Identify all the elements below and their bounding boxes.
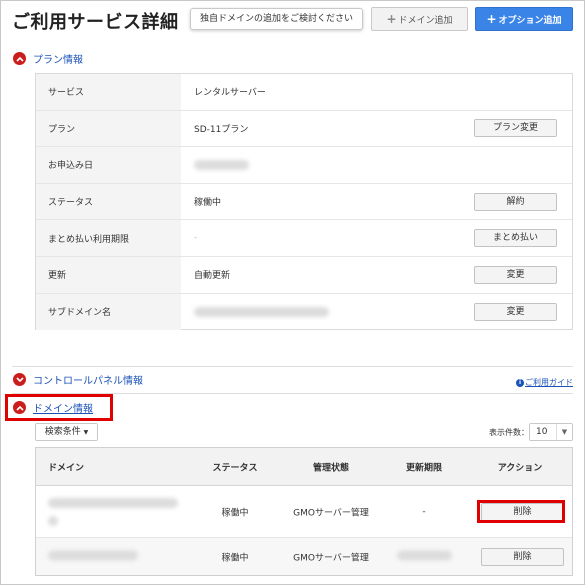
bulk-payment-button[interactable]: まとめ払い xyxy=(474,229,557,248)
display-count-select[interactable]: 10 ▼ xyxy=(529,423,573,441)
subdomain-change-button[interactable]: 変更 xyxy=(474,302,557,321)
plan-change-button[interactable]: プラン変更 xyxy=(474,119,557,138)
plan-key: プラン xyxy=(36,110,181,147)
plan-key: 更新 xyxy=(36,256,181,293)
domain-name-redacted xyxy=(48,497,178,526)
page-title: ご利用サービス詳細 xyxy=(12,12,179,33)
plus-icon: + xyxy=(386,12,397,26)
subdomain-redacted xyxy=(194,294,329,331)
plan-section-label: プラン情報 xyxy=(33,55,83,66)
plan-section-header[interactable]: プラン情報 xyxy=(13,51,83,66)
chevron-up-icon[interactable] xyxy=(13,52,26,65)
domain-status: 稼働中 xyxy=(221,508,249,518)
domain-expiry-redacted xyxy=(386,550,462,563)
domain-status: 稼働中 xyxy=(221,553,249,563)
column-header: ドメイン xyxy=(48,463,85,473)
caret-down-icon: ▼ xyxy=(556,424,572,440)
plan-value: - xyxy=(194,233,198,244)
plan-key: お申込み日 xyxy=(36,147,181,183)
domain-add-label: ドメイン追加 xyxy=(398,16,453,26)
domain-suggestion-tooltip: 独自ドメインの追加をご検討ください xyxy=(190,8,363,30)
option-add-label: オプション追加 xyxy=(498,16,562,26)
plan-key: サブドメイン名 xyxy=(36,293,181,331)
plan-value: レンタルサーバー xyxy=(194,88,266,99)
column-header: アクション xyxy=(497,463,543,473)
table-row: 稼働中 GMOサーバー管理 削除 xyxy=(36,538,572,575)
chevron-down-icon[interactable] xyxy=(13,373,26,386)
domain-management: GMOサーバー管理 xyxy=(293,508,369,518)
info-icon: i xyxy=(516,378,524,387)
usage-guide-link[interactable]: i ご利用ガイド xyxy=(516,377,573,388)
plan-key: まとめ払い利用期限 xyxy=(36,220,181,256)
plan-row-renewal: 更新 自動更新 変更 xyxy=(36,256,572,294)
caret-down-icon: ▼ xyxy=(83,429,89,436)
plan-value: SD-11プラン xyxy=(194,124,249,135)
domain-name-redacted xyxy=(48,550,138,563)
plan-info-table: サービス レンタルサーバー プラン SD-11プラン プラン変更 お申込み日 ス… xyxy=(35,73,573,331)
apply-date-redacted xyxy=(194,147,249,183)
display-count-label: 表示件数： xyxy=(489,428,529,437)
search-conditions-label: 検索条件 xyxy=(44,427,81,437)
column-header: ステータス xyxy=(212,463,258,473)
plan-value: 稼働中 xyxy=(194,198,222,209)
plan-row-apply-date: お申込み日 xyxy=(36,147,572,184)
column-header: 更新期限 xyxy=(405,463,442,473)
section-divider xyxy=(12,366,573,367)
renewal-change-button[interactable]: 変更 xyxy=(474,265,557,284)
domain-add-button[interactable]: + ドメイン追加 xyxy=(371,7,468,31)
plan-key: サービス xyxy=(36,74,181,110)
control-panel-section-label: コントロールパネル情報 xyxy=(33,376,143,387)
domain-management: GMOサーバー管理 xyxy=(293,553,369,563)
usage-guide-label: ご利用ガイド xyxy=(525,378,573,387)
plan-row-status: ステータス 稼働中 解約 xyxy=(36,183,572,221)
plan-row-subdomain: サブドメイン名 変更 xyxy=(36,293,572,331)
option-add-button[interactable]: + オプション追加 xyxy=(475,7,573,31)
delete-button[interactable]: 削除 xyxy=(481,547,564,566)
plan-value: 自動更新 xyxy=(194,271,231,282)
highlight-box-domain-section xyxy=(5,394,113,421)
table-header: ドメイン ステータス 管理状態 更新期限 アクション xyxy=(36,448,572,486)
domain-expiry: - xyxy=(422,506,426,517)
plan-row-bulk-payment: まとめ払い利用期限 - まとめ払い xyxy=(36,220,572,257)
control-panel-section-header[interactable]: コントロールパネル情報 xyxy=(13,372,143,387)
search-conditions-button[interactable]: 検索条件 ▼ xyxy=(35,423,98,441)
plan-row-service: サービス レンタルサーバー xyxy=(36,74,572,111)
plan-row-plan: プラン SD-11プラン プラン変更 xyxy=(36,110,572,148)
highlight-box-delete-button xyxy=(477,500,565,523)
plus-icon: + xyxy=(486,12,497,26)
display-count-value: 10 xyxy=(536,427,548,437)
column-header: 管理状態 xyxy=(312,463,349,473)
plan-key: ステータス xyxy=(36,183,181,220)
cancel-contract-button[interactable]: 解約 xyxy=(474,192,557,211)
